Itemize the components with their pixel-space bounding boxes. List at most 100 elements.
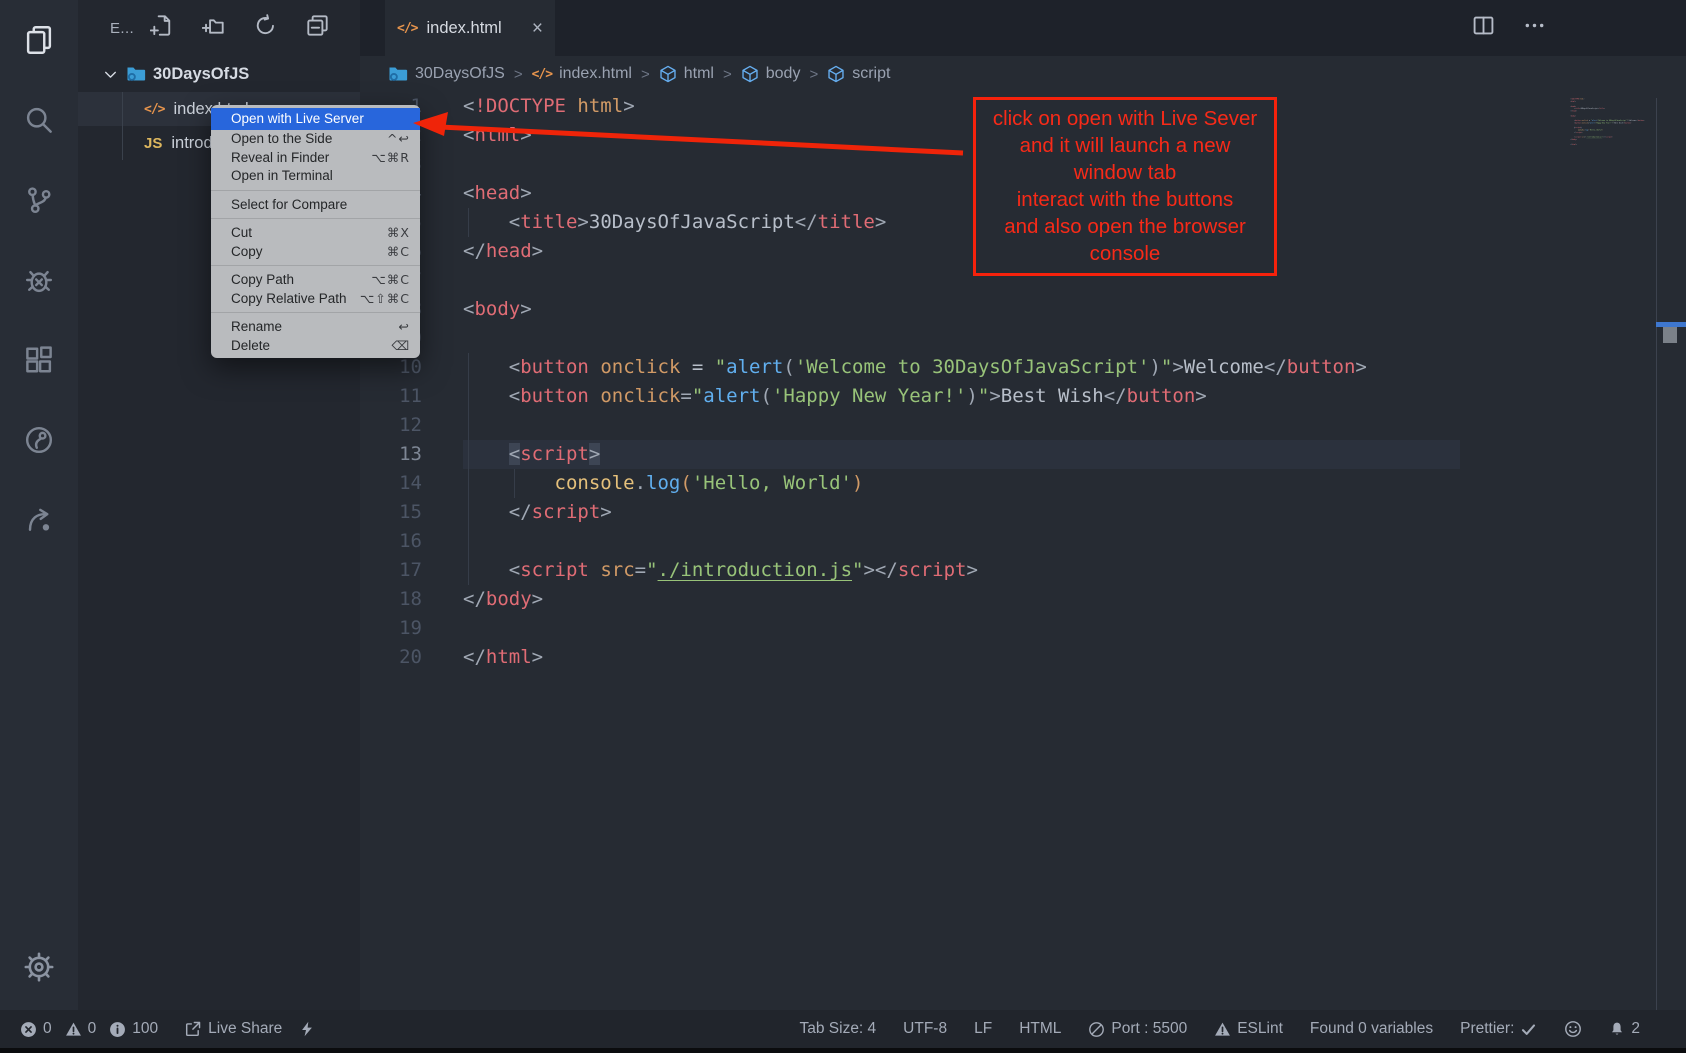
collapse-folders-button[interactable]: [306, 14, 329, 42]
new-file-button[interactable]: [150, 14, 173, 42]
status-eslint[interactable]: ESLint: [1214, 1020, 1283, 1038]
menu-item-label: Delete: [231, 338, 270, 354]
menu-item-label: Open with Live Server: [231, 111, 364, 127]
code-line[interactable]: 8<body>: [360, 295, 1686, 324]
context-menu-item-reveal-in-finder[interactable]: Reveal in Finder⌥⌘R: [211, 148, 420, 167]
menu-item-shortcut: ⌘X: [387, 225, 410, 241]
menu-item-shortcut: ↩: [399, 319, 410, 335]
status-variables[interactable]: Found 0 variables: [1310, 1020, 1433, 1038]
code-line[interactable]: 11 <button onclick="alert('Happy New Yea…: [360, 382, 1686, 411]
menu-item-label: Copy Relative Path: [231, 291, 347, 307]
port-icon: [1088, 1021, 1105, 1038]
status-language[interactable]: HTML: [1019, 1020, 1061, 1038]
status-warnings[interactable]: 0: [65, 1020, 97, 1038]
symbol-cube-icon: [659, 65, 677, 83]
activity-debug[interactable]: [0, 240, 78, 320]
breadcrumb-separator: >: [723, 66, 732, 83]
tree-root-folder[interactable]: 30DaysOfJS: [78, 56, 360, 92]
new-folder-button[interactable]: [202, 14, 225, 42]
menu-item-shortcut: ⌥⌘C: [371, 272, 410, 288]
activity-live-share[interactable]: [0, 400, 78, 480]
line-number: 19: [360, 614, 422, 643]
code-line[interactable]: 9: [360, 324, 1686, 353]
tab-index-html[interactable]: </> index.html ×: [385, 0, 555, 56]
minimap[interactable]: <!DOCTYPE html><html><head> <title>30Day…: [1567, 98, 1656, 178]
status-errors[interactable]: 0: [20, 1020, 52, 1038]
context-menu-item-open-to-the-side[interactable]: Open to the Side^↩: [211, 130, 420, 149]
status-live-share[interactable]: Live Share: [184, 1020, 282, 1038]
code-line[interactable]: 14 console.log('Hello, World'): [360, 469, 1686, 498]
activity-settings[interactable]: [23, 951, 55, 988]
status-port[interactable]: Port : 5500: [1088, 1020, 1187, 1038]
menu-separator: [211, 312, 420, 313]
status-item-label: 100: [132, 1020, 158, 1038]
status-bar: 0 0 100 Live Share Tab Size: 4 UTF-8 LF HTML P…: [0, 1010, 1686, 1048]
live-share-icon: [24, 425, 54, 455]
new-folder-icon: [202, 14, 225, 37]
more-actions-button[interactable]: [1523, 14, 1546, 42]
annotation-box: click on open with Live Sever and it wil…: [973, 97, 1277, 276]
activity-search[interactable]: [0, 80, 78, 160]
activity-extensions[interactable]: [0, 320, 78, 400]
breadcrumb: 30DaysOfJS></>index.html>html>body>scrip…: [360, 56, 1686, 92]
new-file-icon: [150, 14, 173, 37]
status-eol[interactable]: LF: [974, 1020, 992, 1038]
activity-go-live[interactable]: [0, 480, 78, 560]
breadcrumb-item-index-html[interactable]: </>index.html: [532, 65, 632, 83]
code-line[interactable]: 19: [360, 614, 1686, 643]
breadcrumb-item-script[interactable]: script: [827, 65, 890, 83]
status-info[interactable]: 100: [109, 1020, 158, 1038]
debug-icon: [24, 265, 54, 295]
code-line[interactable]: 16: [360, 527, 1686, 556]
editor-actions: [1472, 0, 1546, 56]
code-line[interactable]: 17 <script src="./introduction.js"></scr…: [360, 556, 1686, 585]
status-feedback[interactable]: [1564, 1020, 1582, 1038]
status-encoding[interactable]: UTF-8: [903, 1020, 947, 1038]
tab-label: index.html: [426, 19, 501, 38]
status-prettier[interactable]: Prettier:: [1460, 1020, 1537, 1038]
context-menu-item-copy-relative-path[interactable]: Copy Relative Path⌥⇧⌘C: [211, 289, 420, 308]
code-line[interactable]: 20</html>: [360, 643, 1686, 672]
menu-item-label: Copy Path: [231, 272, 294, 288]
status-item-label: UTF-8: [903, 1020, 947, 1038]
context-menu-item-copy-path[interactable]: Copy Path ⌥⌘C: [211, 271, 420, 290]
live-share-export-icon: [184, 1020, 202, 1038]
status-tab-size[interactable]: Tab Size: 4: [799, 1020, 876, 1038]
warning-icon: [1214, 1021, 1231, 1038]
code-line[interactable]: 15 </script>: [360, 498, 1686, 527]
activity-explorer[interactable]: [0, 0, 78, 80]
breadcrumb-item-body[interactable]: body: [741, 65, 801, 83]
line-number: 16: [360, 527, 422, 556]
breadcrumb-item-html[interactable]: html: [659, 65, 714, 83]
refresh-explorer-button[interactable]: [254, 14, 277, 42]
line-number: 20: [360, 643, 422, 672]
close-tab-icon[interactable]: ×: [532, 19, 543, 38]
activity-source-control[interactable]: [0, 160, 78, 240]
context-menu-item-open-in-terminal[interactable]: Open in Terminal: [211, 167, 420, 186]
menu-separator: [211, 190, 420, 191]
context-menu-item-rename[interactable]: Rename↩: [211, 318, 420, 337]
js-file-icon: JS: [144, 135, 162, 152]
context-menu-item-delete[interactable]: Delete⌫: [211, 336, 420, 355]
code-line[interactable]: 10 <button onclick = "alert('Welcome to …: [360, 353, 1686, 382]
menu-item-shortcut: ⌘C: [387, 244, 410, 260]
scrollbar-thumb[interactable]: [1663, 327, 1677, 343]
context-menu-item-copy[interactable]: Copy⌘C: [211, 242, 420, 261]
context-menu-item-cut[interactable]: Cut⌘X: [211, 224, 420, 243]
breadcrumb-item-30daysofjs[interactable]: 30DaysOfJS: [388, 64, 505, 84]
source-control-icon: [24, 185, 54, 215]
html-file-icon: </>: [144, 102, 164, 117]
status-lightning[interactable]: [299, 1020, 315, 1038]
split-editor-button[interactable]: [1472, 14, 1495, 42]
code-line[interactable]: 13 <script>: [360, 440, 1686, 469]
menu-item-shortcut: ^↩: [387, 131, 410, 147]
context-menu-item-open-with-live-server[interactable]: Open with Live Server: [211, 108, 420, 130]
status-notifications[interactable]: 2: [1609, 1020, 1640, 1038]
code-line[interactable]: 18</body>: [360, 585, 1686, 614]
context-menu-item-select-for-compare[interactable]: Select for Compare: [211, 195, 420, 214]
status-item-label: 0: [88, 1020, 97, 1038]
breadcrumb-label: html: [684, 65, 714, 83]
code-line[interactable]: 12: [360, 411, 1686, 440]
line-number: 12: [360, 411, 422, 440]
breadcrumb-label: index.html: [559, 65, 632, 83]
